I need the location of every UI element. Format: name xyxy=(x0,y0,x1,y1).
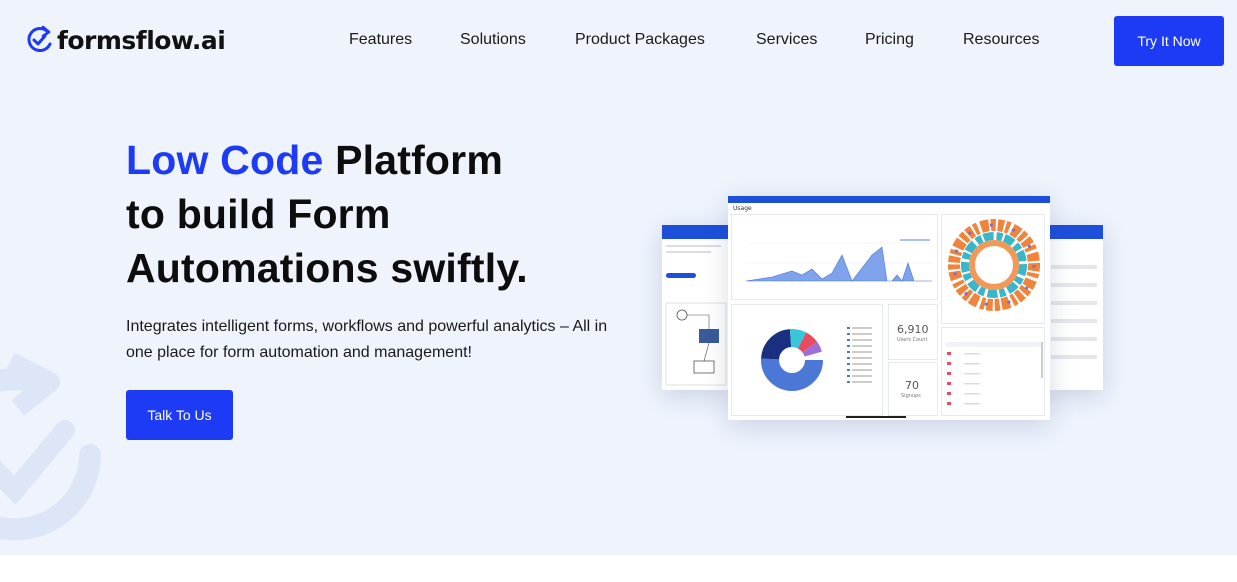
try-it-now-button[interactable]: Try It Now xyxy=(1114,16,1224,66)
nav-item-features[interactable]: Features xyxy=(349,31,412,49)
signups-label: Signups xyxy=(901,393,921,399)
workflow-screen-mock xyxy=(662,225,730,390)
users-count-card: 6,910 Users Count xyxy=(888,304,938,360)
nav-item-pricing[interactable]: Pricing xyxy=(865,31,914,49)
country-table xyxy=(946,342,1043,405)
analytics-dashboard-mock: Usage 6,910 Users Count 70 Signups xyxy=(728,196,1050,420)
nav-item-services[interactable]: Services xyxy=(756,31,817,49)
headline-line3: Automations swiftly. xyxy=(126,245,528,291)
headline-accent: Low Code xyxy=(126,137,324,183)
users-count: 6,910 xyxy=(897,323,929,336)
hero-subtitle: Integrates intelligent forms, workflows … xyxy=(126,318,608,361)
hero-headline: Low Code Platform to build Form Automati… xyxy=(126,133,528,295)
decorative-refresh-icon xyxy=(0,353,101,541)
usage-area-chart xyxy=(745,239,932,282)
section-divider xyxy=(0,555,1237,582)
dashboard-title: Usage xyxy=(733,205,752,212)
list-screen-mock xyxy=(1045,225,1103,390)
formsflow-logo-icon xyxy=(27,25,52,52)
country-table-panel xyxy=(941,327,1045,416)
usage-chart-panel xyxy=(731,214,938,300)
talk-to-us-button[interactable]: Talk To Us xyxy=(126,390,233,440)
donut-chart xyxy=(761,327,872,391)
sunburst-chart xyxy=(948,219,1040,311)
nav-item-resources[interactable]: Resources xyxy=(963,31,1039,49)
signups-card: 70 Signups xyxy=(888,362,938,416)
signups-count: 70 xyxy=(905,379,919,392)
sunburst-panel xyxy=(941,214,1045,324)
donut-panel xyxy=(731,304,883,416)
nav-item-solutions[interactable]: Solutions xyxy=(460,31,526,49)
headline-line1: Platform xyxy=(323,137,503,183)
workflow-diagram xyxy=(665,302,727,386)
headline-line2: to build Form xyxy=(126,191,391,237)
brand-name: formsflow.ai xyxy=(57,25,226,55)
brand-logo[interactable]: formsflow.ai xyxy=(26,24,226,56)
users-count-label: Users Count xyxy=(897,337,928,343)
nav-item-product-packages[interactable]: Product Packages xyxy=(575,31,705,49)
